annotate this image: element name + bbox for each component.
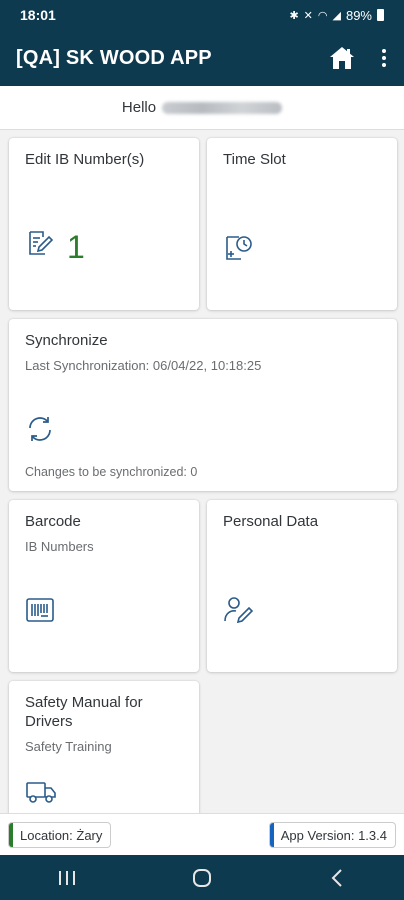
tile-barcode[interactable]: Barcode IB Numbers	[9, 500, 199, 672]
location-chip: Location: Żary	[8, 822, 112, 848]
user-name-blurred	[162, 101, 283, 114]
tile-title: Synchronize	[25, 332, 108, 349]
tile-synchronize[interactable]: Synchronize Last Synchronization: 06/04/…	[9, 319, 397, 491]
app-title: [QA] SK WOOD APP	[16, 46, 212, 69]
person-edit-icon	[223, 595, 255, 630]
status-time: 18:01	[20, 7, 56, 23]
mute-icon: ✕	[303, 9, 313, 22]
recent-apps-icon[interactable]	[37, 855, 97, 900]
greeting-text: Hello	[121, 99, 157, 116]
tile-title: Edit IB Number(s)	[25, 151, 145, 168]
truck-icon	[25, 780, 57, 809]
tile-subtitle: IB Numbers	[25, 539, 94, 554]
barcode-icon	[25, 597, 55, 628]
more-vert-icon[interactable]	[372, 42, 396, 74]
status-bar: 18:01 ✱ ✕ ◠ ◢ 89%	[0, 0, 404, 30]
tile-personal-data[interactable]: Personal Data	[207, 500, 397, 672]
tile-time-slot[interactable]: Time Slot	[207, 138, 397, 310]
footer-bar: Location: Żary App Version: 1.3.4	[0, 813, 404, 855]
battery-level: 89%	[345, 7, 372, 23]
tile-subtitle: Safety Training	[25, 739, 112, 754]
tile-title: Time Slot	[223, 151, 286, 168]
app-version-chip: App Version: 1.3.4	[268, 822, 396, 848]
app-version-text: App Version: 1.3.4	[280, 827, 387, 843]
last-sync-text: Last Synchronization: 06/04/22, 10:18:25	[25, 358, 262, 373]
battery-icon	[377, 9, 384, 21]
tile-title: Personal Data	[223, 513, 319, 530]
greeting-bar: Hello	[0, 86, 404, 130]
home-icon[interactable]	[326, 42, 358, 74]
edit-document-icon	[25, 227, 55, 262]
home-nav-icon[interactable]	[172, 855, 232, 900]
version-indicator	[269, 823, 274, 847]
wifi-icon: ◠	[317, 9, 328, 22]
app-header: [QA] SK WOOD APP	[0, 30, 404, 86]
back-icon[interactable]	[307, 855, 367, 900]
ib-count: 1	[67, 229, 85, 265]
tile-title: Safety Manual for Drivers	[25, 694, 143, 730]
signal-icon: ◢	[332, 9, 341, 22]
sync-icon	[25, 414, 55, 449]
tile-edit-ib-numbers[interactable]: Edit IB Number(s) 1	[9, 138, 199, 310]
changes-to-sync-text: Changes to be synchronized: 0	[25, 465, 198, 479]
tile-title: Barcode	[25, 513, 81, 530]
location-text: Location: Żary	[20, 827, 103, 843]
location-indicator	[9, 823, 13, 847]
system-nav-bar	[0, 855, 404, 900]
time-slot-icon	[223, 231, 255, 268]
status-icons: ✱ ✕ ◠ ◢ 89%	[289, 8, 384, 23]
bluetooth-icon: ✱	[289, 9, 299, 22]
